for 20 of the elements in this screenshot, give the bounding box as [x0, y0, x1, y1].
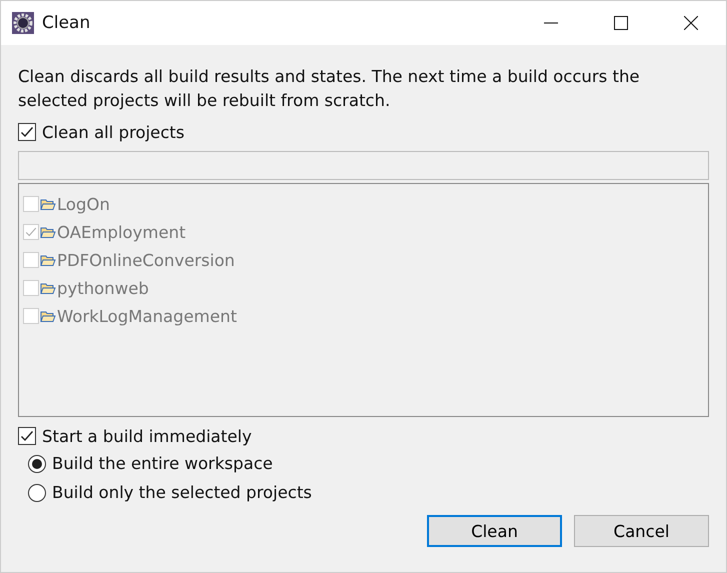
checkbox-label: Start a build immediately [42, 426, 252, 446]
radio-button[interactable] [28, 454, 46, 472]
folder-icon [40, 281, 56, 295]
checkbox[interactable] [18, 123, 36, 141]
radio-label: Build only the selected projects [52, 483, 312, 502]
close-icon[interactable] [684, 16, 698, 30]
maximize-icon[interactable] [614, 16, 628, 30]
app-gear-icon [12, 12, 34, 34]
folder-icon [40, 253, 56, 267]
cancel-button[interactable]: Cancel [574, 515, 709, 547]
folder-icon [40, 197, 56, 211]
checkbox[interactable] [18, 427, 36, 445]
radio-button[interactable] [28, 484, 46, 502]
folder-icon [40, 309, 56, 323]
checkbox-label: Clean all projects [42, 122, 184, 142]
radio-label: Build the entire workspace [52, 454, 273, 473]
window-title: Clean [42, 13, 90, 33]
folder-icon [40, 225, 56, 239]
clean-button[interactable]: Clean [427, 515, 562, 547]
description-text: Clean discards all build results and states. The next time a build occurs the selected projects will be rebuilt from scratch. [18, 66, 641, 112]
